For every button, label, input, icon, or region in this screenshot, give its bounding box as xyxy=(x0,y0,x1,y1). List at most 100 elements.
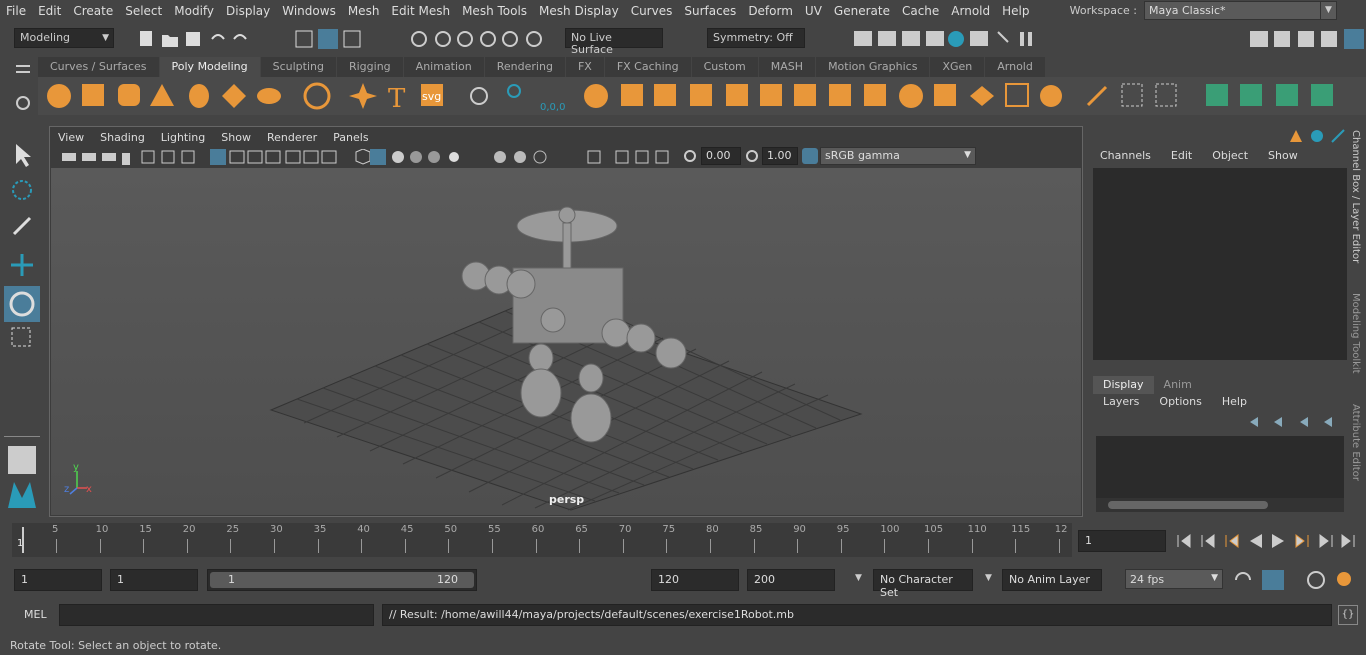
viewport-menu-show[interactable]: Show xyxy=(213,131,259,144)
menu-mesh-tools[interactable]: Mesh Tools xyxy=(456,4,533,18)
layer-tab-anim[interactable]: Anim xyxy=(1154,376,1202,394)
menu-curves[interactable]: Curves xyxy=(625,4,679,18)
time-ticks: 5 10 15 20 25 30 35 40 45 50 55 60 65 70 75 80 85 90 95 100… xyxy=(12,523,1072,557)
menu-display[interactable]: Display xyxy=(220,4,276,18)
menu-select[interactable]: Select xyxy=(119,4,168,18)
viewport-canvas[interactable]: persp y x z xyxy=(51,168,1081,515)
2d-pan-icon xyxy=(141,150,155,164)
shelf-tab-sculpting[interactable]: Sculpting xyxy=(260,57,336,77)
shelf-menu-icon[interactable] xyxy=(16,65,30,73)
side-tab-attribute-editor[interactable]: Attribute Editor xyxy=(1350,404,1361,481)
menu-mesh-display[interactable]: Mesh Display xyxy=(533,4,625,18)
shelf-tab-poly-modeling[interactable]: Poly Modeling xyxy=(159,57,260,77)
layer-menu-help[interactable]: Help xyxy=(1212,393,1257,411)
shelf-tab-curves-surfaces[interactable]: Curves / Surfaces xyxy=(38,57,159,77)
menu-deform[interactable]: Deform xyxy=(742,4,799,18)
workspace-select[interactable]: Maya Classic* xyxy=(1144,1,1337,20)
shelf-tab-arnold[interactable]: Arnold xyxy=(985,57,1045,77)
gamma-field[interactable]: 1.00 xyxy=(762,147,798,165)
layer-menu-options[interactable]: Options xyxy=(1149,393,1211,411)
uv-editor-icon xyxy=(1121,83,1143,107)
current-frame-field[interactable]: 1 xyxy=(1078,530,1166,552)
animation-end-field[interactable]: 200 xyxy=(747,569,835,591)
channelbox-menu-channels[interactable]: Channels xyxy=(1090,147,1161,165)
shelf-tab-rigging[interactable]: Rigging xyxy=(336,57,403,77)
fps-select[interactable]: 24 fps ▼ xyxy=(1125,569,1223,589)
layer-tab-display[interactable]: Display xyxy=(1093,376,1154,394)
poly-torus-icon xyxy=(189,84,209,108)
menu-generate[interactable]: Generate xyxy=(828,4,896,18)
menuset-select[interactable]: Modeling ▼ xyxy=(14,28,114,48)
shelf-tab-rendering[interactable]: Rendering xyxy=(484,57,565,77)
gamma-icon[interactable] xyxy=(746,150,758,162)
gear-icon[interactable] xyxy=(16,96,30,110)
script-editor-icon[interactable]: {} xyxy=(1338,605,1358,625)
command-language-toggle[interactable]: MEL xyxy=(24,608,47,621)
channelbox-menu-edit[interactable]: Edit xyxy=(1161,147,1202,165)
channelbox-menu-object[interactable]: Object xyxy=(1202,147,1258,165)
colorspace-select[interactable]: sRGB gamma ▼ xyxy=(820,147,976,165)
shelf-tab-fx[interactable]: FX xyxy=(565,57,604,77)
exposure-field[interactable]: 0.00 xyxy=(701,147,741,165)
move-tool-icon xyxy=(11,254,33,276)
symmetry-field[interactable]: Symmetry: Off xyxy=(707,28,805,48)
time-slider[interactable]: 1 5 10 15 20 25 30 35 40 45 50 55 60 65 70 75 80 85 90 95 1… xyxy=(12,523,1072,557)
menu-edit-mesh[interactable]: Edit Mesh xyxy=(385,4,456,18)
go-to-start-icon xyxy=(1177,534,1191,548)
shelf-tab-motion-graphics[interactable]: Motion Graphics xyxy=(816,57,930,77)
time-tick-label: 65 xyxy=(575,524,588,535)
menu-file[interactable]: File xyxy=(0,4,32,18)
chevron-down-icon[interactable]: ▼ xyxy=(1320,1,1337,20)
select-object-icon xyxy=(318,29,338,49)
scrollbar-thumb[interactable] xyxy=(1108,501,1268,509)
playback-end-field[interactable]: 120 xyxy=(651,569,739,591)
menu-help[interactable]: Help xyxy=(996,4,1035,18)
menu-modify[interactable]: Modify xyxy=(168,4,220,18)
exposure-icon[interactable] xyxy=(684,150,696,162)
scene-view: persp y x z xyxy=(64,206,863,511)
channelbox-menu-show[interactable]: Show xyxy=(1258,147,1308,165)
playback-controls xyxy=(1177,534,1355,548)
color-management-icon[interactable] xyxy=(802,148,818,164)
menu-cache[interactable]: Cache xyxy=(896,4,945,18)
playback-start-field[interactable]: 1 xyxy=(110,569,198,591)
shelf-tab-custom[interactable]: Custom xyxy=(691,57,758,77)
viewport-menu-view[interactable]: View xyxy=(50,131,92,144)
menu-windows[interactable]: Windows xyxy=(276,4,342,18)
snap-point-icon xyxy=(457,31,473,47)
chevron-down-icon[interactable]: ▼ xyxy=(855,573,862,583)
shelf-tab-animation[interactable]: Animation xyxy=(403,57,484,77)
character-set-field[interactable]: No Character Set xyxy=(873,569,973,599)
viewport-menu-shading[interactable]: Shading xyxy=(92,131,153,144)
viewport-menu-renderer[interactable]: Renderer xyxy=(259,131,325,144)
side-tab-channel-box[interactable]: Channel Box / Layer Editor xyxy=(1350,130,1361,263)
side-tab-modeling-toolkit[interactable]: Modeling Toolkit xyxy=(1350,293,1361,374)
command-input[interactable] xyxy=(59,604,374,626)
layer-list[interactable] xyxy=(1096,436,1344,498)
menu-mesh[interactable]: Mesh xyxy=(342,4,386,18)
shelf-tab-xgen[interactable]: XGen xyxy=(930,57,985,77)
range-slider[interactable]: 1 120 xyxy=(207,569,477,591)
menu-edit[interactable]: Edit xyxy=(32,4,67,18)
layer-menu-layers[interactable]: Layers xyxy=(1093,393,1149,411)
step-forward-key-icon xyxy=(1295,534,1309,548)
shelf-tab-fx-caching[interactable]: FX Caching xyxy=(604,57,691,77)
menu-uv[interactable]: UV xyxy=(799,4,828,18)
spherical-map-icon xyxy=(1276,84,1298,106)
viewport-menu-panels[interactable]: Panels xyxy=(325,131,376,144)
menu-arnold[interactable]: Arnold xyxy=(945,4,996,18)
svg-icon-label: svg xyxy=(422,90,441,103)
viewport-menu-lighting[interactable]: Lighting xyxy=(153,131,213,144)
shelf-tab-mash[interactable]: MASH xyxy=(758,57,816,77)
channelbox-area[interactable] xyxy=(1093,168,1347,360)
animation-start-field[interactable]: 1 xyxy=(14,569,102,591)
layer-scrollbar[interactable] xyxy=(1096,498,1344,512)
side-tabs: Channel Box / Layer Editor Modeling Tool… xyxy=(1350,130,1366,520)
menu-create[interactable]: Create xyxy=(67,4,119,18)
live-surface-field[interactable]: No Live Surface xyxy=(565,28,663,56)
safe-title-icon xyxy=(321,150,337,164)
anim-layer-field[interactable]: No Anim Layer xyxy=(1002,569,1102,591)
menu-surfaces[interactable]: Surfaces xyxy=(678,4,742,18)
range-slider-handle[interactable] xyxy=(210,572,474,588)
chevron-down-icon[interactable]: ▼ xyxy=(985,573,992,583)
